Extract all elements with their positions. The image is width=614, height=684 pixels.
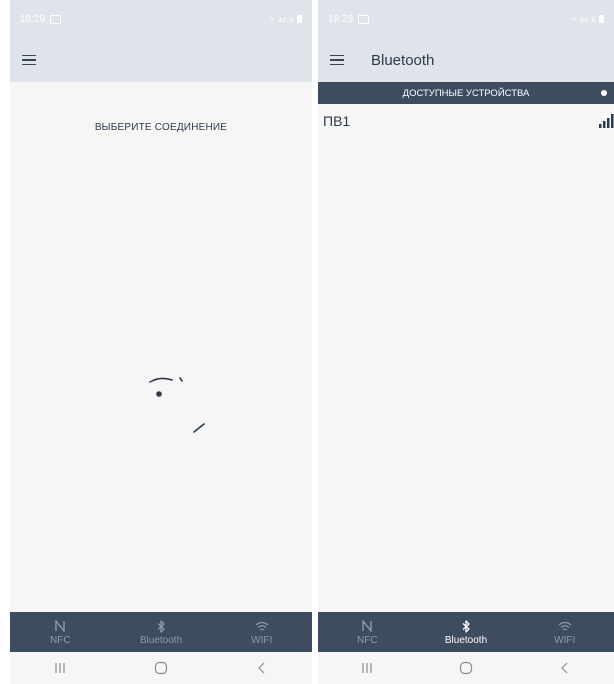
menu-icon[interactable]: [330, 54, 344, 66]
app-title: Bluetooth: [371, 51, 435, 69]
signal-bars-icon: [599, 114, 614, 128]
loading-spinner-icon: [149, 377, 205, 433]
bottom-navigation: NFC Bluetooth WIFI: [10, 612, 312, 652]
nav-label-wifi: WIFI: [251, 635, 273, 646]
battery-icon: [297, 15, 302, 23]
available-devices-header: ДОСТУПНЫЕ УСТРОЙСТВА: [318, 82, 614, 104]
home-icon: [154, 661, 168, 675]
home-icon: [459, 661, 473, 675]
choose-connection-prompt: ВЫБЕРИТЕ СОЕДИНЕНИЕ: [94, 122, 228, 133]
status-bar: 18:29 ≈ งง.อ: [10, 0, 312, 38]
network-status-text: ≈ งง.อ: [571, 14, 596, 24]
recents-button[interactable]: [347, 662, 387, 674]
network-status-text: ≈ งง.อ: [269, 14, 294, 24]
back-icon: [560, 662, 568, 674]
app-bar: Bluetooth: [318, 38, 614, 82]
device-list: ПВ1: [318, 104, 614, 612]
recents-icon: [362, 663, 372, 673]
nav-label-bluetooth: Bluetooth: [139, 635, 183, 646]
bottom-navigation: NFC Bluetooth WIFI: [318, 612, 614, 652]
nav-label-wifi: WIFI: [554, 635, 576, 646]
status-bar: 18:29 ≈ งง.อ: [318, 0, 614, 38]
gallery-icon: [50, 14, 62, 24]
back-button[interactable]: [242, 662, 282, 674]
connection-chooser: ВЫБЕРИТЕ СОЕДИНЕНИЕ: [10, 82, 312, 612]
device-name: ПВ1: [323, 113, 351, 129]
app-bar: [10, 38, 312, 82]
home-button[interactable]: [446, 661, 486, 675]
nfc-icon: [55, 618, 66, 634]
status-time: 18:29: [20, 13, 46, 25]
recents-icon: [55, 663, 65, 673]
scan-status-dot: [601, 90, 607, 96]
recents-button[interactable]: [40, 662, 80, 674]
status-time: 18:29: [328, 13, 354, 25]
nav-item-nfc[interactable]: NFC: [10, 612, 111, 652]
phone-screen-left: 18:29 ≈ งง.อ ВЫБЕРИТЕ СОЕДИНЕНИЕ NFC Blu…: [10, 0, 312, 684]
section-header-label: ДОСТУПНЫЕ УСТРОЙСТВА: [402, 87, 530, 99]
nav-label-nfc: NFC: [50, 635, 71, 646]
home-button[interactable]: [141, 661, 181, 675]
battery-icon: [599, 15, 604, 23]
bluetooth-icon: [462, 618, 471, 634]
bluetooth-icon: [157, 618, 166, 634]
nav-label-nfc: NFC: [357, 635, 378, 646]
nav-item-nfc[interactable]: NFC: [318, 612, 417, 652]
gallery-icon: [358, 14, 370, 24]
nav-item-bluetooth[interactable]: Bluetooth: [111, 612, 212, 652]
nfc-icon: [362, 618, 373, 634]
device-list-item[interactable]: ПВ1: [318, 104, 614, 138]
phone-screen-right: 18:29 ≈ งง.อ Bluetooth ДОСТУПНЫЕ УСТРОЙС…: [318, 0, 614, 684]
wifi-icon: [558, 618, 572, 634]
back-icon: [257, 662, 265, 674]
wifi-icon: [255, 618, 269, 634]
system-navigation-bar: [10, 652, 312, 684]
nav-item-bluetooth[interactable]: Bluetooth: [417, 612, 516, 652]
system-navigation-bar: [318, 652, 614, 684]
nav-item-wifi[interactable]: WIFI: [211, 612, 312, 652]
nav-label-bluetooth: Bluetooth: [444, 635, 488, 646]
back-button[interactable]: [545, 662, 585, 674]
nav-item-wifi[interactable]: WIFI: [515, 612, 614, 652]
menu-icon[interactable]: [22, 54, 36, 66]
